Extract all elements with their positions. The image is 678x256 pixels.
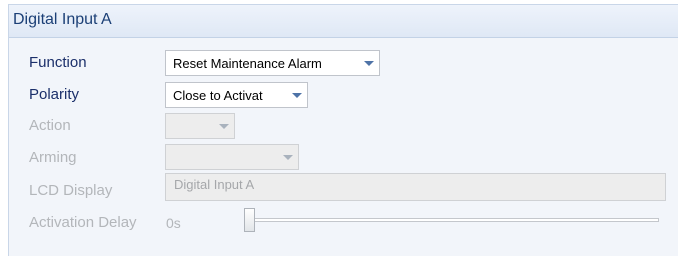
arming-dropdown[interactable] xyxy=(165,144,299,170)
lcd-display-label: LCD Display xyxy=(29,182,113,199)
polarity-dropdown[interactable]: Close to Activat xyxy=(165,82,308,108)
chevron-down-icon xyxy=(283,155,293,160)
function-label: Function xyxy=(29,54,87,71)
lcd-display-field[interactable]: Digital Input A xyxy=(165,173,666,201)
activation-delay-value: 0s xyxy=(166,215,181,231)
chevron-down-icon xyxy=(219,124,229,129)
activation-delay-slider-thumb[interactable] xyxy=(244,208,255,232)
polarity-label: Polarity xyxy=(29,86,80,103)
panel-title: Digital Input A xyxy=(13,11,112,28)
activation-delay-slider-track[interactable] xyxy=(246,218,659,222)
action-dropdown[interactable] xyxy=(165,113,235,139)
action-label: Action xyxy=(29,117,71,134)
chevron-down-icon xyxy=(292,93,302,98)
activation-delay-label: Activation Delay xyxy=(29,214,137,231)
arming-label: Arming xyxy=(29,149,77,166)
lcd-display-value: Digital Input A xyxy=(174,177,255,192)
polarity-value: Close to Activat xyxy=(173,88,263,103)
panel-header: Digital Input A xyxy=(9,5,678,38)
function-value: Reset Maintenance Alarm xyxy=(173,56,322,71)
chevron-down-icon xyxy=(364,61,374,66)
function-dropdown[interactable]: Reset Maintenance Alarm xyxy=(165,50,380,76)
